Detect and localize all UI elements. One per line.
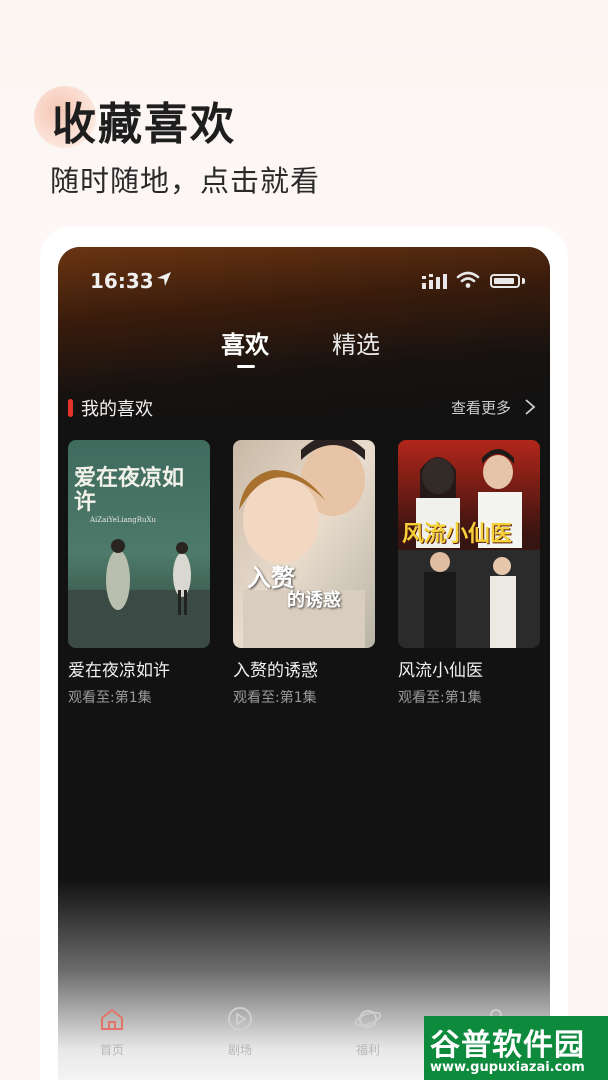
poster-title-art: 风流小仙医 bbox=[402, 521, 513, 547]
drama-card[interactable]: 入赘 的诱惑 入赘的诱惑 观看至:第1集 bbox=[233, 440, 375, 707]
drama-card[interactable]: 风流小仙医 风流小仙医 观看至:第1集 bbox=[398, 440, 540, 707]
tab-featured[interactable]: 精选 bbox=[332, 325, 380, 360]
nav-item-home[interactable]: 首页 bbox=[82, 1005, 142, 1058]
home-icon bbox=[101, 1008, 123, 1030]
watch-progress: 观看至:第1集 bbox=[233, 690, 317, 706]
drama-poster[interactable]: 爱在夜凉如许 AiZaiYeLiangRuXu bbox=[68, 440, 210, 648]
poster-subtitle-art: AiZaiYeLiangRuXu bbox=[90, 516, 157, 524]
nav-label: 首页 bbox=[99, 1043, 124, 1057]
nav-item-welfare[interactable]: 福利 bbox=[338, 1005, 398, 1058]
section-header: 我的喜欢 查看更多 bbox=[58, 393, 550, 423]
phone-screen: 16:33 喜欢 精选 我的喜欢 查看更多 爱在夜凉如许 AiZaiYeLian… bbox=[58, 247, 550, 1080]
active-tab-indicator bbox=[237, 365, 255, 368]
planet-icon bbox=[354, 1010, 382, 1028]
drama-title[interactable]: 爱在夜凉如许 bbox=[68, 656, 210, 681]
location-arrow-icon bbox=[157, 272, 171, 286]
poster-title-art: 爱在夜凉如许 bbox=[74, 465, 185, 515]
tab-like[interactable]: 喜欢 bbox=[221, 325, 269, 360]
nav-label: 福利 bbox=[355, 1043, 380, 1057]
section-accent-bar bbox=[68, 399, 73, 417]
watch-progress: 观看至:第1集 bbox=[398, 690, 482, 706]
watermark-url: www.gupuxiazai.com bbox=[430, 1060, 585, 1075]
drama-title[interactable]: 风流小仙医 bbox=[398, 656, 540, 681]
status-bar: 16:33 bbox=[58, 247, 550, 317]
watch-progress: 观看至:第1集 bbox=[68, 690, 152, 706]
view-more-link[interactable]: 查看更多 bbox=[451, 397, 511, 418]
battery-icon bbox=[490, 274, 520, 288]
drama-poster[interactable]: 风流小仙医 bbox=[398, 440, 540, 648]
nav-label: 剧场 bbox=[227, 1043, 252, 1057]
top-tabs: 喜欢 精选 bbox=[58, 325, 550, 375]
watermark-name: 谷普软件园 bbox=[430, 1028, 585, 1063]
section-title: 我的喜欢 bbox=[81, 399, 153, 420]
drama-card[interactable]: 爱在夜凉如许 AiZaiYeLiangRuXu 爱在夜凉如许 观看至:第1集 bbox=[68, 440, 210, 707]
status-time: 16:33 bbox=[90, 269, 154, 293]
poster-title-art-line2: 的诱惑 bbox=[287, 590, 341, 611]
promo-title: 收藏喜欢 bbox=[52, 99, 236, 150]
cellular-signal-icon bbox=[422, 274, 447, 289]
battery-tip bbox=[522, 278, 525, 284]
watermark-badge: 谷普软件园 www.gupuxiazai.com bbox=[424, 1016, 608, 1080]
drama-title[interactable]: 入赘的诱惑 bbox=[233, 656, 375, 681]
chevron-right-icon[interactable] bbox=[524, 398, 536, 416]
nav-item-theater[interactable]: 剧场 bbox=[210, 1005, 270, 1058]
promo-subtitle: 随时随地，点击就看 bbox=[50, 164, 321, 198]
wifi-icon bbox=[456, 271, 480, 288]
play-circle-icon bbox=[228, 1007, 252, 1031]
drama-poster[interactable]: 入赘 的诱惑 bbox=[233, 440, 375, 648]
